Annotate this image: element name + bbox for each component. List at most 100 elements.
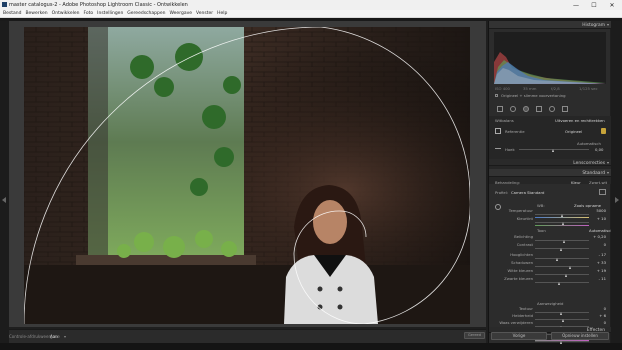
slider-track[interactable] [535, 282, 589, 283]
slider-knob[interactable] [562, 319, 565, 322]
softproof-value[interactable]: Aan [50, 334, 58, 339]
tone-auto[interactable]: Automatisch [589, 228, 613, 233]
aspect-value[interactable]: Origineel [565, 129, 582, 134]
menu-item-ontwikkelen[interactable]: Ontwikkelen [52, 10, 80, 17]
slider-knob[interactable] [560, 248, 563, 251]
angle-value[interactable]: 0,00 [595, 147, 603, 152]
slider-track[interactable] [535, 274, 589, 275]
slider-value[interactable]: 0 [604, 306, 606, 311]
menu-item-help[interactable]: Help [217, 10, 227, 17]
lens-section-label: Lenscorrecties [573, 161, 605, 166]
previous-button[interactable]: Vorige [491, 332, 547, 340]
red-eye-tool-icon[interactable] [523, 106, 529, 112]
close-button[interactable]: ✕ [604, 0, 620, 10]
slider-value[interactable]: + 0,20 [593, 234, 606, 239]
menu-item-gereedschappen[interactable]: Gereedschappen [127, 10, 165, 17]
profile-label: Profiel: [495, 190, 509, 195]
slider-label: Temperatuur [508, 208, 533, 213]
title-bar: master catalogus-2 - Adobe Photoshop Lig… [0, 0, 622, 10]
menu-item-venster[interactable]: Venster [196, 10, 213, 17]
histogram-shutter: 1/125 sec [579, 86, 598, 91]
bottom-toolbar: Controle-afdrukweergave Aan ▾ Gereed [9, 329, 486, 343]
original-label: Origineel + slimme voorvertoning [501, 93, 566, 98]
slider-label: Schaduwen [511, 260, 533, 265]
slider-label: Kleurtint [516, 216, 533, 221]
slider-label: Contrast [516, 242, 533, 247]
angle-slider-track[interactable] [519, 149, 589, 150]
crop-frame-icon[interactable] [495, 128, 501, 134]
slider-knob[interactable] [556, 258, 559, 261]
slider-value[interactable]: - 11 [599, 276, 606, 281]
maximize-button[interactable]: ☐ [586, 0, 602, 10]
menu-item-instellingen[interactable]: Instellingen [97, 10, 123, 17]
minimize-icon: — [573, 1, 579, 9]
profile-browser-icon[interactable] [599, 189, 606, 195]
slider-value[interactable]: + 33 [597, 260, 606, 265]
left-panel-toggle[interactable] [0, 21, 9, 343]
basic-section-label: Standaard [582, 171, 605, 176]
radial-filter-icon[interactable] [549, 106, 555, 112]
menu-item-bestand[interactable]: Bestand [3, 10, 21, 17]
slider-value[interactable]: + 10 [597, 216, 606, 221]
slider-knob[interactable] [565, 274, 568, 277]
basic-collapse-icon [607, 172, 609, 174]
menu-item-bewerken[interactable]: Bewerken [25, 10, 47, 17]
menu-bar: Bestand Bewerken Ontwikkelen Foto Instel… [0, 10, 622, 18]
reset-button[interactable]: Opnieuw instellen [551, 332, 609, 340]
slider-track[interactable] [535, 258, 589, 259]
treatment-bw[interactable]: Zwart-wit [589, 180, 607, 185]
brush-tool-icon[interactable] [562, 106, 568, 112]
histogram-focal: 35 mm [523, 86, 537, 91]
minimize-button[interactable]: — [568, 0, 584, 10]
slider-knob[interactable] [562, 240, 565, 243]
left-arrow-icon [2, 197, 6, 203]
temperature-gradient [535, 217, 589, 219]
original-checkbox[interactable] [495, 94, 498, 97]
lightroom-app-icon [2, 2, 7, 7]
slider-value[interactable]: 0 [604, 320, 606, 325]
slider-value[interactable]: + 6 [599, 313, 606, 318]
histogram-aperture: f/2,8 [551, 86, 560, 91]
histogram-header[interactable]: Histogram [489, 21, 611, 29]
slider-value[interactable]: 5000 [596, 208, 606, 213]
slider-knob[interactable] [569, 266, 572, 269]
tint-gradient [535, 225, 589, 227]
slider-label: Witte kleuren [507, 268, 533, 273]
slider-knob[interactable] [562, 222, 565, 225]
lens-section-header[interactable]: Lenscorrecties [489, 159, 611, 166]
slider-knob[interactable] [560, 341, 563, 344]
angle-slider-knob[interactable] [552, 149, 554, 152]
auto-straighten-label[interactable]: Automatisch [577, 141, 601, 146]
aspect-label: Referentie [505, 129, 525, 134]
softproof-dropdown-icon[interactable]: ▾ [64, 334, 66, 339]
slider-knob[interactable] [560, 312, 563, 315]
crop-tool-icon[interactable] [497, 106, 503, 112]
slider-value[interactable]: 0 [604, 242, 606, 247]
basic-section-header[interactable]: Standaard [489, 169, 611, 177]
right-panel-toggle[interactable] [611, 21, 622, 343]
photo-preview[interactable] [24, 27, 470, 324]
spot-removal-tool-icon[interactable] [510, 106, 516, 112]
profile-value[interactable]: Camera Standard [511, 190, 544, 195]
treatment-color[interactable]: Kleur [571, 180, 581, 185]
filmstrip-edge[interactable] [0, 343, 622, 350]
done-button[interactable]: Gereed [464, 332, 485, 339]
graduated-filter-icon[interactable] [536, 106, 542, 112]
menu-item-foto[interactable]: Foto [83, 10, 93, 17]
crop-header-label: Witbalans [495, 118, 514, 123]
photo-image [24, 27, 470, 324]
right-panel: Histogram ISO 400 35 mm f/2,8 1/125 sec … [488, 21, 613, 344]
histogram-header-label: Histogram [582, 23, 605, 28]
slider-track[interactable] [535, 266, 589, 267]
menu-item-weergave[interactable]: Weergave [169, 10, 192, 17]
slider-value[interactable]: - 17 [599, 252, 606, 257]
slider-label: Textuur [518, 306, 533, 311]
slider-label: Zwarte kleuren [504, 276, 533, 281]
right-arrow-icon [615, 197, 619, 203]
slider-value[interactable]: + 19 [597, 268, 606, 273]
lock-icon[interactable] [601, 128, 606, 134]
level-icon [495, 148, 501, 149]
wb-eyedropper-icon[interactable] [495, 204, 501, 210]
slider-knob[interactable] [557, 282, 560, 285]
slider-knob[interactable] [561, 214, 564, 217]
